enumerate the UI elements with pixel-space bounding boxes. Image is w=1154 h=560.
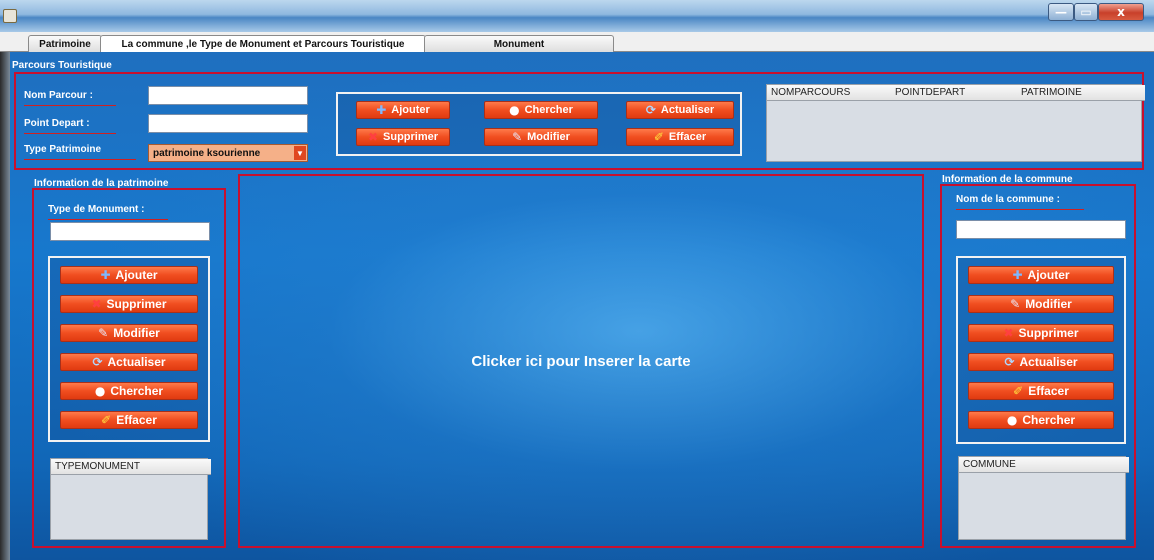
refresh-icon: ⟳ [645,103,656,117]
tab-bar: Patrimoine La commune ,le Type de Monume… [0,32,1154,53]
commune-table[interactable]: COMMUNE [958,456,1129,540]
pencil-icon: ✎ [512,130,523,144]
type-patrimoine-select[interactable]: patrimoine ksourienne ▼ [148,144,308,162]
plus-icon: ✚ [1012,268,1023,282]
nom-commune-input[interactable] [956,220,1126,239]
table-header[interactable]: COMMUNE [959,457,1129,473]
commune-modifier-label: Modifier [1025,297,1072,311]
parcours-actualiser-button[interactable]: ⟳ Actualiser [626,101,734,119]
commune-actualiser-label: Actualiser [1019,355,1078,369]
patrimoine-actualiser-label: Actualiser [107,355,166,369]
type-monument-label: Type de Monument : [48,204,168,220]
tab-commune-monument-parcours[interactable]: La commune ,le Type de Monument et Parco… [100,35,426,53]
commune-supprimer-button[interactable]: ✖ Supprimer [968,324,1114,342]
table-header[interactable]: NOMPARCOURS [767,85,896,101]
type-patrimoine-selected: patrimoine ksourienne [153,147,261,159]
parcours-chercher-label: Chercher [524,104,573,116]
window-left-edge [0,52,10,560]
parcours-modifier-label: Modifier [527,131,570,143]
patrimoine-ajouter-label: Ajouter [115,268,158,282]
parcours-table[interactable]: NOMPARCOURS POINTDEPART PATRIMOINE [766,84,1145,162]
patrimoine-ajouter-button[interactable]: ✚ Ajouter [60,266,198,284]
parcours-ajouter-label: Ajouter [391,104,430,116]
parcours-panel: Nom Parcour : Point Depart : Type Patrim… [14,72,1145,170]
eraser-icon: ✐ [653,130,664,144]
parcours-section-title: Parcours Touristique [12,60,112,71]
commune-ajouter-button[interactable]: ✚ Ajouter [968,266,1114,284]
point-depart-label: Point Depart : [24,118,116,134]
java-app-icon [3,9,17,23]
main-panel: Parcours Touristique Nom Parcour : Point… [10,52,1154,560]
commune-chercher-label: Chercher [1022,413,1076,427]
map-placeholder-text: Clicker ici pour Inserer la carte [471,352,691,370]
pencil-icon: ✎ [98,326,109,340]
patrimoine-chercher-button[interactable]: ● Chercher [60,382,198,400]
commune-effacer-button[interactable]: ✐ Effacer [968,382,1114,400]
parcours-supprimer-button[interactable]: ✖ Supprimer [356,128,450,146]
parcours-supprimer-label: Supprimer [383,131,439,143]
tab-patrimoine[interactable]: Patrimoine [28,35,102,53]
parcours-effacer-button[interactable]: ✐ Effacer [626,128,734,146]
commune-panel: Nom de la commune : ✚ Ajouter ✎ Modifier ✖… [940,184,1136,548]
patrimoine-actualiser-button[interactable]: ⟳ Actualiser [60,353,198,371]
table-header[interactable]: PATRIMOINE [1017,85,1145,101]
minimize-button[interactable]: — [1048,3,1074,21]
plus-icon: ✚ [376,103,387,117]
patrimoine-supprimer-label: Supprimer [106,297,167,311]
cross-icon: ✖ [1003,326,1014,340]
refresh-icon: ⟳ [92,355,103,369]
commune-supprimer-label: Supprimer [1018,326,1079,340]
patrimoine-modifier-label: Modifier [113,326,160,340]
map-insert-area[interactable]: Clicker ici pour Inserer la carte [238,174,924,548]
patrimoine-effacer-label: Effacer [116,413,157,427]
cross-icon: ✖ [91,297,102,311]
commune-actualiser-button[interactable]: ⟳ Actualiser [968,353,1114,371]
type-monument-input[interactable] [50,222,210,241]
commune-effacer-label: Effacer [1028,384,1069,398]
parcours-button-group: ✚ Ajouter ● Chercher ⟳ Actualiser ✖ Supprime… [336,92,742,156]
point-depart-input[interactable] [148,114,308,133]
cross-icon: ✖ [367,130,379,144]
parcours-chercher-button[interactable]: ● Chercher [484,101,598,119]
pencil-icon: ✎ [1010,297,1021,311]
type-patrimoine-label: Type Patrimoine [24,144,136,160]
eraser-icon: ✐ [101,413,112,427]
close-button[interactable]: x [1098,3,1144,21]
eraser-icon: ✐ [1013,384,1024,398]
nom-commune-label: Nom de la commune : [956,194,1084,210]
table-header[interactable]: POINTDEPART [891,85,1022,101]
typemonument-table[interactable]: TYPEMONUMENT [50,458,211,540]
search-icon: ● [94,384,106,398]
nom-parcour-label: Nom Parcour : [24,90,116,106]
search-icon: ● [509,103,520,117]
parcours-ajouter-button[interactable]: ✚ Ajouter [356,101,450,119]
search-icon: ● [1006,413,1018,427]
commune-modifier-button[interactable]: ✎ Modifier [968,295,1114,313]
plus-icon: ✚ [100,268,111,282]
parcours-modifier-button[interactable]: ✎ Modifier [484,128,598,146]
commune-button-group: ✚ Ajouter ✎ Modifier ✖ Supprimer ⟳ Actualise… [956,256,1126,444]
parcours-effacer-label: Effacer [668,131,707,143]
commune-ajouter-label: Ajouter [1027,268,1070,282]
refresh-icon: ⟳ [1004,355,1015,369]
chevron-down-icon[interactable]: ▼ [294,146,306,160]
parcours-actualiser-label: Actualiser [660,104,715,116]
patrimoine-supprimer-button[interactable]: ✖ Supprimer [60,295,198,313]
maximize-button[interactable]: ▭ [1074,3,1098,21]
patrimoine-effacer-button[interactable]: ✐ Effacer [60,411,198,429]
table-header[interactable]: TYPEMONUMENT [51,459,211,475]
nom-parcour-input[interactable] [148,86,308,105]
patrimoine-panel: Type de Monument : ✚ Ajouter ✖ Supprimer ✎… [32,188,226,548]
patrimoine-button-group: ✚ Ajouter ✖ Supprimer ✎ Modifier ⟳ Actualise… [48,256,210,442]
patrimoine-modifier-button[interactable]: ✎ Modifier [60,324,198,342]
tab-monument[interactable]: Monument [424,35,614,53]
window-title-bar: — ▭ x [0,0,1154,32]
patrimoine-chercher-label: Chercher [110,384,164,398]
commune-chercher-button[interactable]: ● Chercher [968,411,1114,429]
